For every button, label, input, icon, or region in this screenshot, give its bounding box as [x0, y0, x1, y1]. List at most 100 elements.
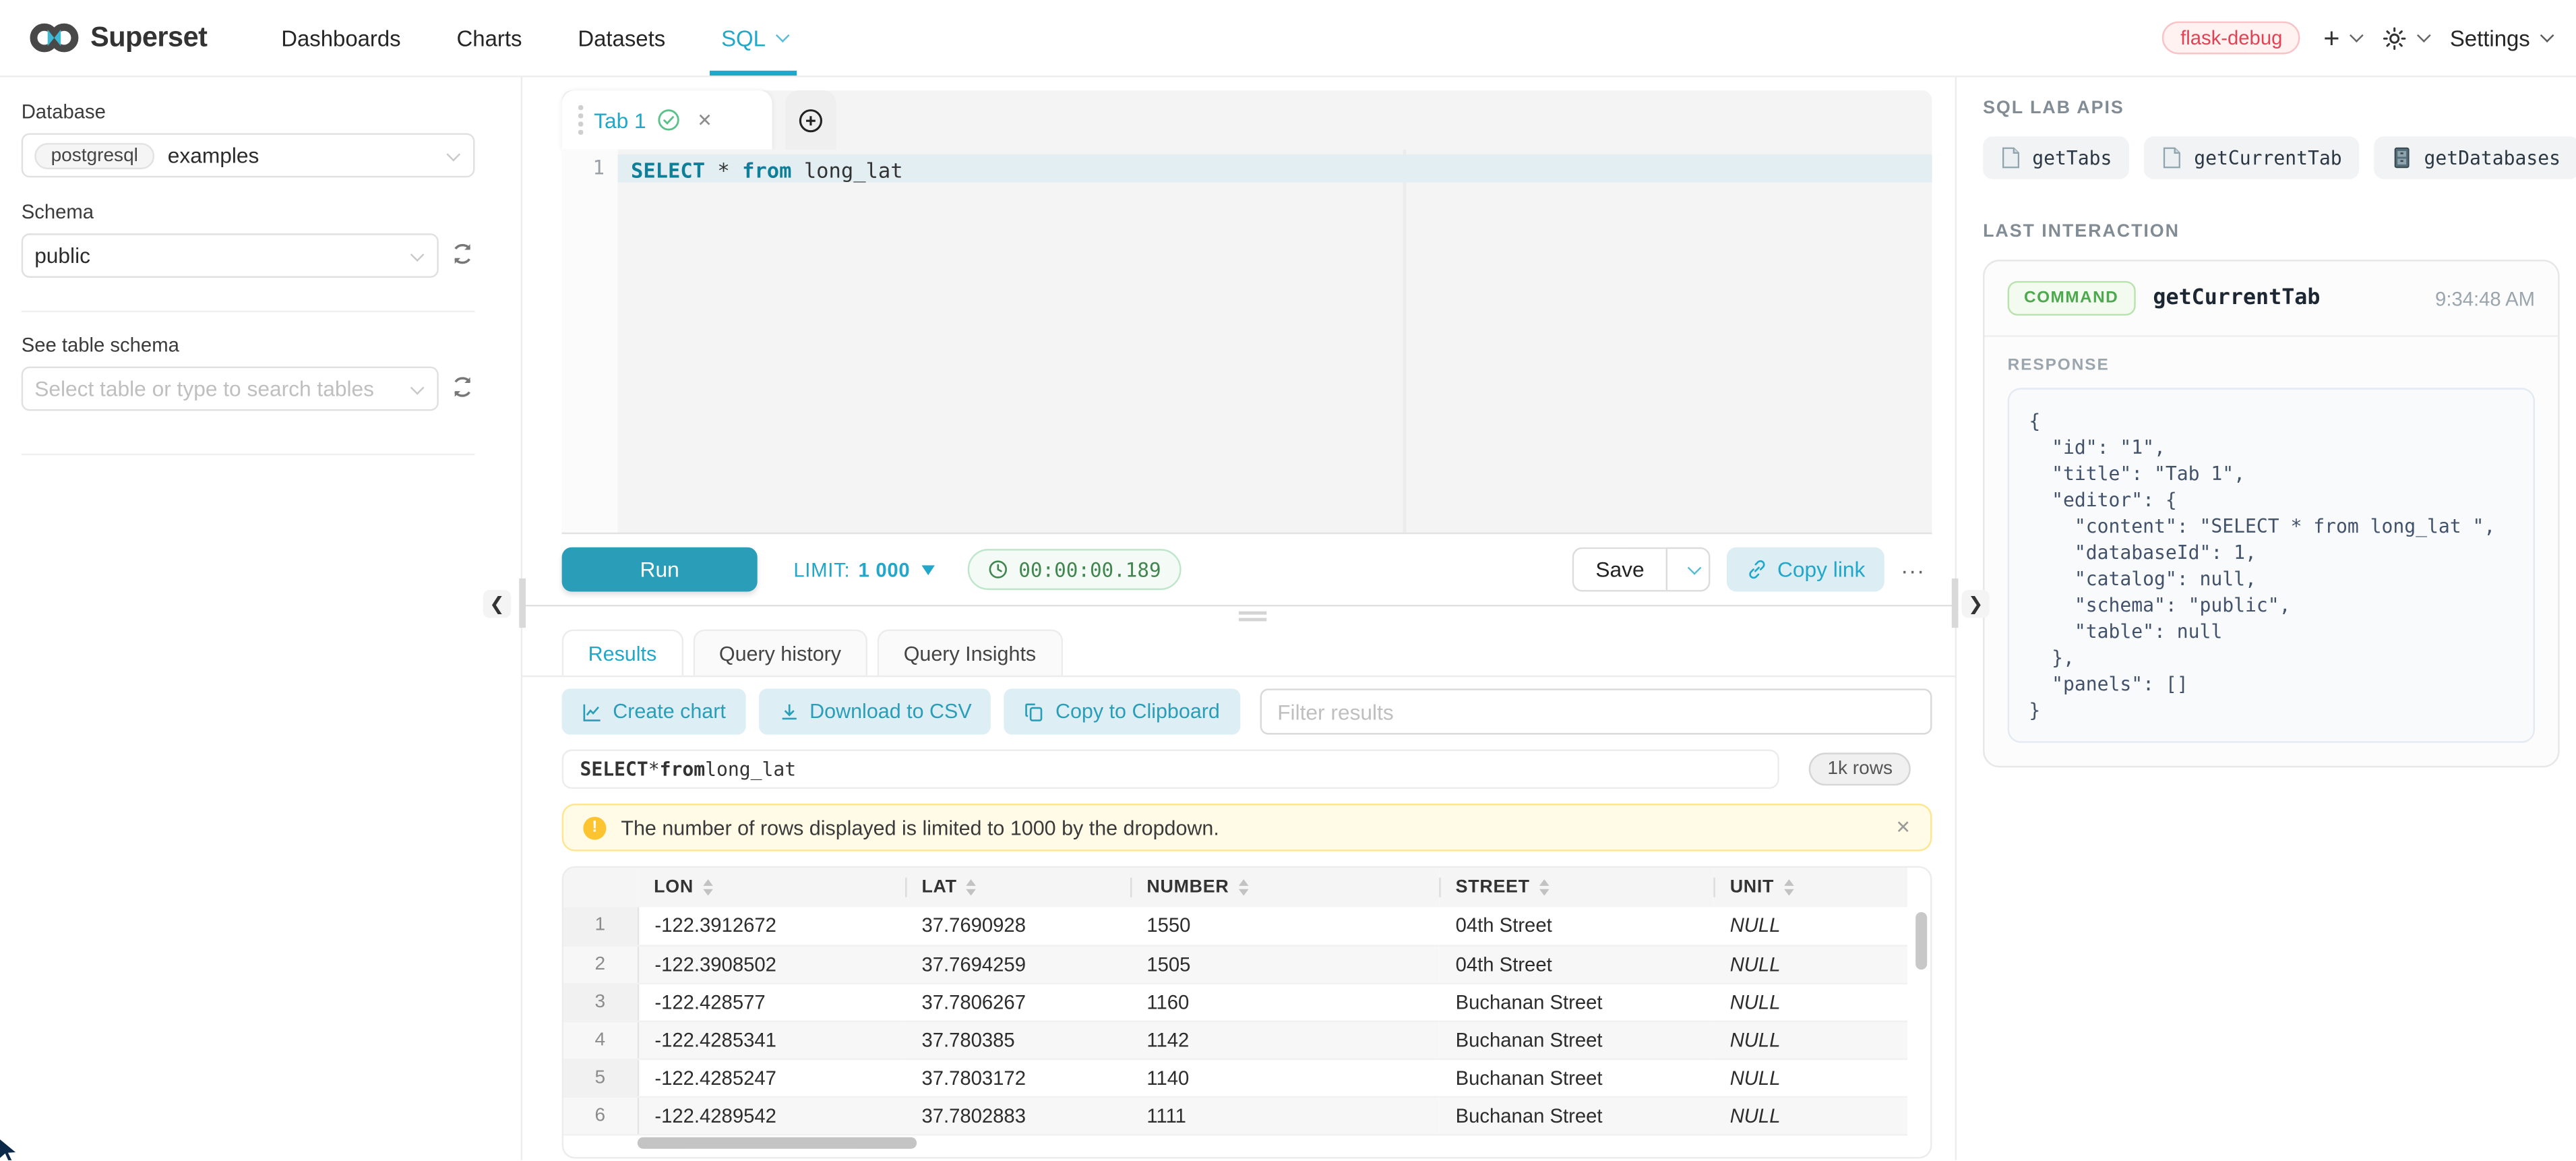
chevron-down-icon: [446, 148, 460, 162]
tab-query-insights[interactable]: Query Insights: [878, 630, 1062, 676]
get-current-tab-button[interactable]: getCurrentTab: [2145, 136, 2360, 179]
chevron-down-icon: [1688, 560, 1703, 574]
editor-tab-title: Tab 1: [594, 108, 646, 133]
check-circle-icon: [658, 109, 681, 131]
copy-icon: [1024, 701, 1046, 723]
get-tabs-button[interactable]: getTabs: [1983, 136, 2130, 179]
run-button[interactable]: Run: [562, 547, 758, 592]
table-row[interactable]: 6 -122.428954237.7802883 1111Buchanan St…: [563, 1096, 1907, 1134]
new-tab-button[interactable]: [785, 90, 836, 150]
get-databases-button[interactable]: getDatabases: [2374, 136, 2576, 179]
download-csv-button[interactable]: Download to CSV: [759, 688, 991, 734]
results-actions: Create chart Download to CSV: [562, 688, 1932, 734]
command-timestamp: 9:34:48 AM: [2435, 287, 2535, 309]
command-badge: COMMAND: [2008, 281, 2135, 316]
database-label: Database: [22, 100, 475, 123]
tab-query-history[interactable]: Query history: [693, 630, 867, 676]
column-header-number[interactable]: NUMBER: [1130, 868, 1439, 907]
create-chart-button[interactable]: Create chart: [562, 688, 745, 734]
brand-name: Superset: [90, 22, 207, 55]
download-icon: [778, 701, 800, 723]
query-preview-row: SELECT * from long_lat 1k rows: [562, 750, 1932, 790]
table-row[interactable]: 4 -122.428534137.780385 1142Buchanan Str…: [563, 1021, 1907, 1059]
sort-icon[interactable]: [1239, 880, 1249, 895]
limit-dropdown[interactable]: LIMIT:1 000: [793, 558, 935, 581]
plus-icon: +: [2323, 24, 2339, 51]
sort-icon[interactable]: [1784, 880, 1794, 895]
table-row[interactable]: 3 -122.42857737.7806267 1160Buchanan Str…: [563, 983, 1907, 1021]
save-split-button: Save: [1572, 547, 1710, 592]
save-button[interactable]: Save: [1572, 547, 1665, 592]
column-header-lon[interactable]: LON: [638, 868, 905, 907]
superset-logo[interactable]: Superset: [30, 22, 208, 55]
refresh-tables-button[interactable]: [450, 375, 475, 408]
query-preview: SELECT * from long_lat: [562, 750, 1779, 790]
copy-clipboard-button[interactable]: Copy to Clipboard: [1004, 688, 1239, 734]
nav-item-dashboards[interactable]: Dashboards: [253, 0, 429, 76]
warning-icon: !: [583, 816, 606, 839]
pane-resize-handle[interactable]: [1239, 612, 1266, 625]
collapse-sidebar-button[interactable]: ❮: [483, 590, 511, 618]
schema-label: Schema: [22, 200, 475, 223]
copy-link-button[interactable]: Copy link: [1726, 547, 1884, 592]
timer-value: 00:00:00.189: [1018, 558, 1161, 581]
clock-icon: [987, 559, 1009, 580]
sidebar-resize-handle[interactable]: [519, 578, 526, 628]
database-select[interactable]: postgresql examples: [22, 133, 475, 177]
rows-limit-warning: ! The number of rows displayed is limite…: [562, 804, 1932, 852]
table-select[interactable]: Select table or type to search tables: [22, 367, 439, 411]
last-interaction-card: COMMAND getCurrentTab 9:34:48 AM RESPONS…: [1983, 260, 2560, 767]
page-icon: [2163, 146, 2182, 169]
chevron-down-icon: [2350, 28, 2364, 42]
collapse-rightpanel-button[interactable]: ❯: [1961, 590, 1989, 618]
plus-circle-icon: [797, 106, 824, 133]
drag-handle-icon[interactable]: [578, 106, 582, 135]
database-value: examples: [168, 143, 259, 168]
rightpanel-resize-handle[interactable]: [1952, 578, 1959, 628]
superset-logo-icon: [30, 22, 79, 55]
schema-select[interactable]: public: [22, 233, 439, 278]
nav-item-sql[interactable]: SQL: [694, 0, 814, 76]
sql-statement: SELECT * from long_lat: [631, 158, 903, 183]
superset-sql-lab: Superset Dashboards Charts Datasets SQL …: [0, 0, 2576, 1160]
response-json: { "id": "1", "title": "Tab 1", "editor":…: [2008, 388, 2535, 743]
table-row[interactable]: 1 -122.391267237.7690928 155004th Street…: [563, 907, 1907, 945]
sidebar: Database postgresql examples Schema publ…: [0, 78, 522, 1160]
content: Database postgresql examples Schema publ…: [0, 78, 2576, 1160]
results-tabbar: Results Query history Query Insights: [562, 630, 1932, 676]
chevron-down-icon: [2540, 28, 2554, 42]
filter-results-input[interactable]: [1259, 688, 1932, 734]
results-table-card: LON LAT NUMBER STREET UNIT 1 -122.391267…: [562, 866, 1932, 1159]
add-new-button[interactable]: +: [2323, 24, 2359, 51]
more-options-button[interactable]: ...: [1901, 552, 1932, 588]
chevron-down-icon: [2418, 28, 2432, 42]
refresh-schemas-button[interactable]: [450, 241, 475, 274]
column-header-lat[interactable]: LAT: [905, 868, 1130, 907]
close-warning-icon[interactable]: ✕: [1895, 816, 1910, 838]
sort-icon[interactable]: [1539, 880, 1550, 895]
vertical-scrollbar[interactable]: [1915, 912, 1927, 970]
settings-menu[interactable]: Settings: [2450, 26, 2550, 51]
cabinet-icon: [2393, 146, 2412, 169]
nav-item-datasets[interactable]: Datasets: [550, 0, 694, 76]
run-toolbar: Run LIMIT:1 000 00:00:00.189 Save: [562, 536, 1932, 603]
divider: [22, 311, 475, 312]
save-dropdown-button[interactable]: [1665, 547, 1710, 592]
close-tab-icon[interactable]: ✕: [697, 109, 712, 131]
column-header-unit[interactable]: UNIT: [1713, 868, 1907, 907]
rows-count-badge: 1k rows: [1810, 752, 1911, 785]
sort-icon[interactable]: [704, 880, 714, 895]
sql-code-editor[interactable]: 1 SELECT * from long_lat: [562, 150, 1932, 534]
editor-tab-1[interactable]: Tab 1 ✕: [562, 90, 772, 150]
nav-item-charts[interactable]: Charts: [429, 0, 550, 76]
table-row[interactable]: 5 -122.428524737.7803172 1140Buchanan St…: [563, 1059, 1907, 1096]
editor-tabstrip: Tab 1 ✕: [562, 90, 1932, 150]
horizontal-scrollbar[interactable]: [638, 1137, 917, 1149]
theme-toggle-button[interactable]: [2383, 26, 2427, 51]
table-row[interactable]: 2 -122.390850237.7694259 150504th Street…: [563, 945, 1907, 983]
command-name: getCurrentTab: [2153, 286, 2320, 311]
column-header-street[interactable]: STREET: [1439, 868, 1713, 907]
sql-lab-apis-panel: SQL LAB APIS getTabs getCurrentTab: [1955, 78, 2576, 1160]
tab-results[interactable]: Results: [562, 630, 683, 676]
sort-icon[interactable]: [967, 880, 977, 895]
